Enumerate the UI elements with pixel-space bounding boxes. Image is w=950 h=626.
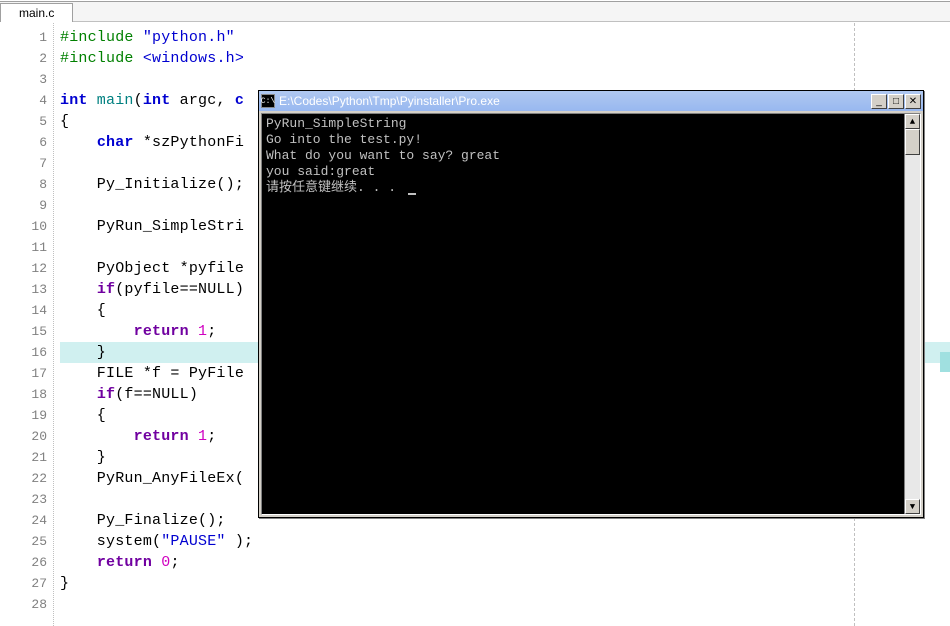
gutter-line: 3: [0, 69, 53, 90]
gutter-line: 24: [0, 510, 53, 531]
code-line: system("PAUSE" );: [60, 531, 950, 552]
gutter-line: 28: [0, 594, 53, 615]
code-line: #include "python.h": [60, 27, 950, 48]
gutter-line: 11: [0, 237, 53, 258]
scroll-thumb[interactable]: [905, 129, 920, 155]
code-line: return 0;: [60, 552, 950, 573]
console-title-text: E:\Codes\Python\Tmp\Pyinstaller\Pro.exe: [279, 94, 870, 108]
gutter-line: 1: [0, 27, 53, 48]
gutter-line: 22: [0, 468, 53, 489]
gutter-line: 15: [0, 321, 53, 342]
console-titlebar[interactable]: C:\ E:\Codes\Python\Tmp\Pyinstaller\Pro.…: [259, 91, 923, 111]
gutter-line: 7: [0, 153, 53, 174]
console-icon: C:\: [261, 94, 275, 108]
gutter-line: 26: [0, 552, 53, 573]
code-line: }: [60, 573, 950, 594]
console-output: PyRun_SimpleString Go into the test.py! …: [262, 114, 920, 198]
gutter-line: 5: [0, 111, 53, 132]
code-line: [60, 594, 950, 615]
gutter-line: 12: [0, 258, 53, 279]
gutter-line: 19: [0, 405, 53, 426]
scroll-track[interactable]: [905, 129, 920, 499]
console-window[interactable]: C:\ E:\Codes\Python\Tmp\Pyinstaller\Pro.…: [258, 90, 924, 518]
code-line: #include <windows.h>: [60, 48, 950, 69]
minimize-button[interactable]: _: [871, 94, 887, 109]
gutter-line: 25: [0, 531, 53, 552]
gutter-line: 2: [0, 48, 53, 69]
close-button[interactable]: ✕: [905, 94, 921, 109]
console-cursor: [408, 193, 416, 195]
gutter-line: 27: [0, 573, 53, 594]
tab-bar: main.c: [0, 2, 950, 22]
gutter-line: 17: [0, 363, 53, 384]
gutter-line: 9: [0, 195, 53, 216]
console-scrollbar[interactable]: ▲ ▼: [904, 114, 920, 514]
gutter-line: 8: [0, 174, 53, 195]
gutter-line: 16: [0, 342, 53, 363]
gutter-line: 4: [0, 90, 53, 111]
scrollbar-marker: [940, 352, 950, 372]
gutter-line: 21: [0, 447, 53, 468]
gutter-line: 20: [0, 426, 53, 447]
maximize-button[interactable]: □: [888, 94, 904, 109]
scroll-down-icon[interactable]: ▼: [905, 499, 920, 514]
gutter-line: 10: [0, 216, 53, 237]
gutter-line: 18: [0, 384, 53, 405]
line-gutter: 1234567891011121314151617181920212223242…: [0, 23, 54, 626]
gutter-line: 6: [0, 132, 53, 153]
scroll-up-icon[interactable]: ▲: [905, 114, 920, 129]
code-line: [60, 69, 950, 90]
gutter-line: 13: [0, 279, 53, 300]
gutter-line: 23: [0, 489, 53, 510]
gutter-line: 14: [0, 300, 53, 321]
tab-main-c[interactable]: main.c: [0, 3, 73, 22]
console-body[interactable]: PyRun_SimpleString Go into the test.py! …: [261, 113, 921, 515]
